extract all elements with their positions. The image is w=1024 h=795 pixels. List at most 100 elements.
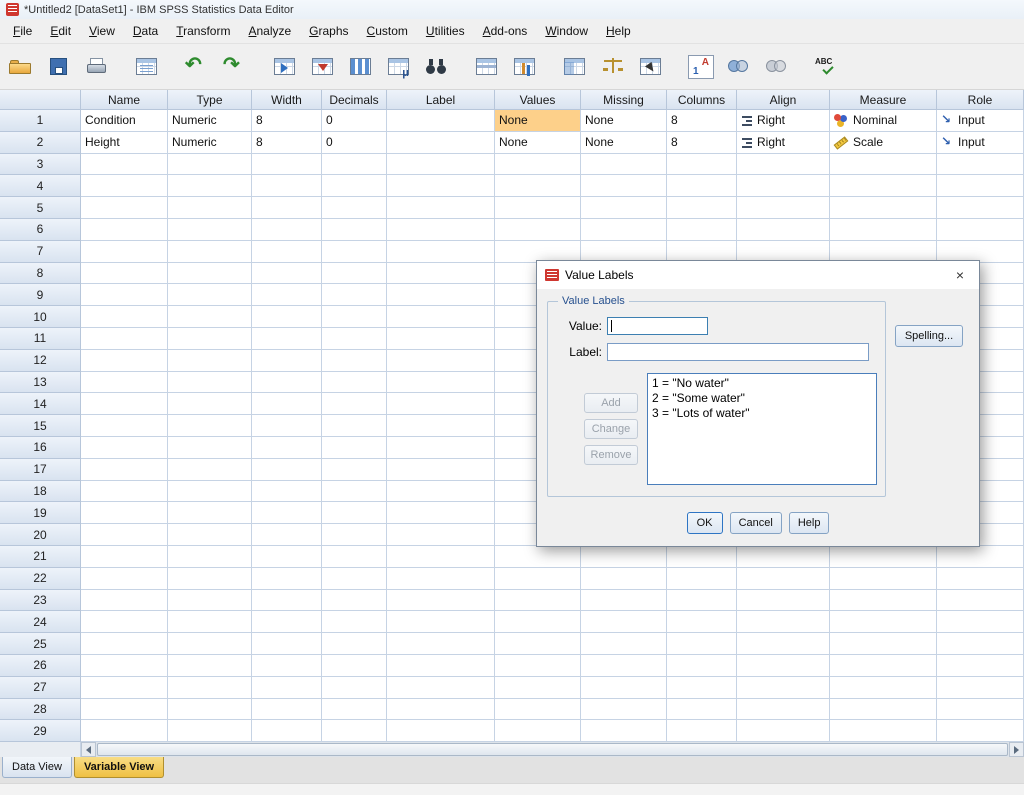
cell-values[interactable] — [495, 655, 581, 677]
insert-cases-button[interactable] — [468, 47, 506, 87]
cell-name[interactable] — [81, 633, 168, 655]
find-button[interactable] — [418, 47, 456, 87]
value-labels-list[interactable]: 1 = "No water"2 = "Some water"3 = "Lots … — [647, 373, 877, 485]
tab-data-view[interactable]: Data View — [2, 757, 72, 778]
cell-type[interactable] — [168, 720, 252, 742]
cell-columns[interactable] — [667, 175, 737, 197]
row-header[interactable]: 6 — [0, 219, 81, 241]
cell-decimals[interactable] — [322, 263, 387, 285]
cell-role[interactable] — [937, 197, 1024, 219]
cell-label[interactable] — [387, 350, 495, 372]
cell-decimals[interactable] — [322, 350, 387, 372]
cell-columns[interactable] — [667, 219, 737, 241]
cell-name[interactable] — [81, 546, 168, 568]
row-header[interactable]: 13 — [0, 372, 81, 394]
goto-variable-button[interactable] — [304, 47, 342, 87]
print-button[interactable] — [78, 47, 116, 87]
cell-label[interactable] — [387, 393, 495, 415]
cell-type[interactable] — [168, 175, 252, 197]
cell-label[interactable] — [387, 263, 495, 285]
row-header[interactable]: 4 — [0, 175, 81, 197]
spelling-button[interactable]: Spelling... — [895, 325, 963, 347]
cell-missing[interactable] — [581, 590, 667, 612]
menu-file[interactable]: File — [4, 21, 41, 41]
row-header[interactable]: 7 — [0, 241, 81, 263]
row-header[interactable]: 22 — [0, 568, 81, 590]
cell-name[interactable] — [81, 372, 168, 394]
cell-decimals[interactable] — [322, 655, 387, 677]
row-header[interactable]: 12 — [0, 350, 81, 372]
value-label-item[interactable]: 3 = "Lots of water" — [648, 406, 876, 421]
add-button[interactable]: Add — [584, 393, 638, 413]
cell-width[interactable]: 8 — [252, 132, 322, 154]
row-header[interactable]: 15 — [0, 415, 81, 437]
cell-name[interactable] — [81, 263, 168, 285]
cell-columns[interactable]: 8 — [667, 132, 737, 154]
cell-values[interactable] — [495, 219, 581, 241]
column-header-type[interactable]: Type — [168, 90, 252, 110]
cell-type[interactable] — [168, 481, 252, 503]
cell-width[interactable] — [252, 568, 322, 590]
value-label-item[interactable]: 1 = "No water" — [648, 376, 876, 391]
cell-missing[interactable]: None — [581, 132, 667, 154]
cell-align[interactable] — [737, 175, 830, 197]
cell-decimals[interactable] — [322, 459, 387, 481]
cell-label[interactable] — [387, 699, 495, 721]
cell-type[interactable] — [168, 415, 252, 437]
cell-columns[interactable] — [667, 655, 737, 677]
cell-label[interactable] — [387, 568, 495, 590]
cell-width[interactable] — [252, 372, 322, 394]
cell-name[interactable]: Condition — [81, 110, 168, 132]
cell-role[interactable] — [937, 633, 1024, 655]
cell-name[interactable] — [81, 655, 168, 677]
menu-view[interactable]: View — [80, 21, 124, 41]
horizontal-scrollbar[interactable] — [81, 742, 1024, 757]
menu-custom[interactable]: Custom — [358, 21, 417, 41]
cell-type[interactable] — [168, 611, 252, 633]
cell-width[interactable] — [252, 611, 322, 633]
row-header[interactable]: 10 — [0, 306, 81, 328]
scrollbar-track[interactable] — [96, 742, 1009, 757]
cell-type[interactable] — [168, 284, 252, 306]
cell-type[interactable] — [168, 328, 252, 350]
cell-decimals[interactable] — [322, 437, 387, 459]
change-button[interactable]: Change — [584, 419, 638, 439]
cell-label[interactable] — [387, 546, 495, 568]
cell-decimals[interactable]: 0 — [322, 132, 387, 154]
menu-data[interactable]: Data — [124, 21, 167, 41]
cell-align[interactable] — [737, 633, 830, 655]
row-header[interactable]: 21 — [0, 546, 81, 568]
cell-decimals[interactable] — [322, 393, 387, 415]
cell-type[interactable] — [168, 350, 252, 372]
row-header[interactable]: 8 — [0, 263, 81, 285]
cell-type[interactable] — [168, 590, 252, 612]
weight-cases-button[interactable] — [594, 47, 632, 87]
cell-role[interactable]: Input — [937, 132, 1024, 154]
cell-decimals[interactable] — [322, 306, 387, 328]
help-button[interactable]: Help — [789, 512, 830, 534]
cell-label[interactable] — [387, 459, 495, 481]
cell-label[interactable] — [387, 437, 495, 459]
cell-values[interactable] — [495, 175, 581, 197]
cell-type[interactable]: Numeric — [168, 110, 252, 132]
undo-button[interactable] — [178, 47, 216, 87]
cell-measure[interactable]: Nominal — [830, 110, 937, 132]
cell-type[interactable] — [168, 219, 252, 241]
cell-decimals[interactable] — [322, 197, 387, 219]
value-label-item[interactable]: 2 = "Some water" — [648, 391, 876, 406]
cell-width[interactable] — [252, 197, 322, 219]
column-header-values[interactable]: Values — [495, 90, 581, 110]
cell-width[interactable] — [252, 415, 322, 437]
select-cases-button[interactable] — [632, 47, 670, 87]
cell-columns[interactable]: 8 — [667, 110, 737, 132]
cell-values[interactable] — [495, 699, 581, 721]
row-header[interactable]: 11 — [0, 328, 81, 350]
cell-name[interactable] — [81, 284, 168, 306]
split-file-button[interactable] — [556, 47, 594, 87]
cell-missing[interactable] — [581, 699, 667, 721]
cell-type[interactable] — [168, 677, 252, 699]
cell-label[interactable] — [387, 415, 495, 437]
recall-dialogs-button[interactable] — [128, 47, 166, 87]
cell-missing[interactable] — [581, 677, 667, 699]
insert-variable-button[interactable] — [506, 47, 544, 87]
